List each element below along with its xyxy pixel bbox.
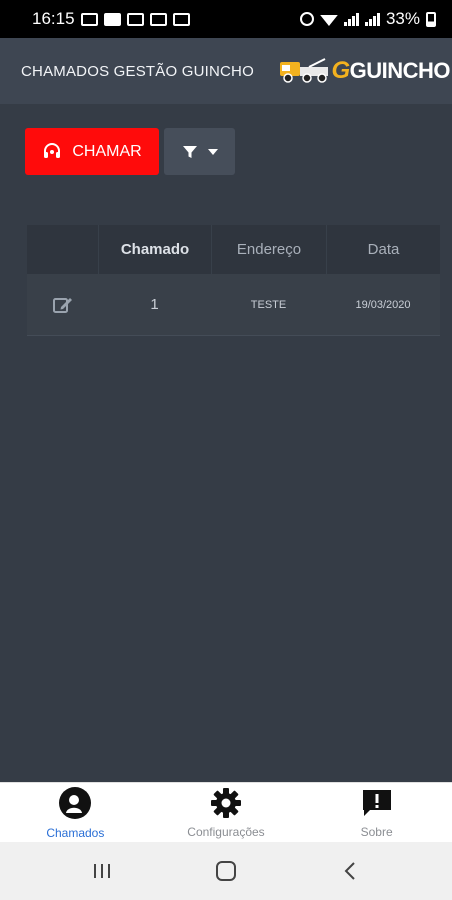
toolbar: CHAMAR [25,128,235,175]
column-header-chamado[interactable]: Chamado [98,225,211,274]
status-left: 16:15 [32,9,190,29]
status-time: 16:15 [32,9,75,28]
cell-chamado: 1 [150,296,159,313]
home-icon [216,861,236,881]
home-button[interactable] [206,851,246,891]
mail-icon [103,12,121,26]
nav-label-chamados: Chamados [46,825,105,840]
column-header-endereco[interactable]: Endereço [211,225,326,274]
data-saver-icon [80,12,98,26]
app-header: CHAMADOS GESTÃO GUINCHO GGUINCHO [0,38,452,104]
recent-apps-icon [94,864,110,878]
filter-button[interactable] [164,128,235,175]
table-header: Chamado Endereço Data [27,225,440,274]
nav-label-sobre: Sobre [360,824,393,839]
info-message-icon [362,789,391,816]
cast-icon [149,12,167,26]
page-title: CHAMADOS GESTÃO GUINCHO [21,62,254,80]
cell-endereco: TESTE [250,298,287,311]
call-button[interactable]: CHAMAR [25,128,159,175]
nav-item-configuracoes[interactable]: Configurações [156,787,296,839]
cell-data: 19/03/2020 [355,298,411,311]
laptop-icon [172,12,190,26]
alarm-icon [299,12,314,26]
nav-item-chamados[interactable]: Chamados [5,786,145,840]
back-button[interactable] [330,851,370,891]
app-logo: GGUINCHO [279,51,452,91]
battery-icon [426,11,436,27]
headset-icon [44,142,61,158]
headset-support-icon [59,786,92,819]
table-row[interactable]: 1 TESTE 19/03/2020 [27,274,440,336]
back-icon [344,862,355,880]
wifi-icon [319,14,338,26]
logo-letter: G [331,57,350,84]
logo-text: GGUINCHO [331,57,450,85]
recent-apps-button[interactable] [82,851,122,891]
edit-cell [27,295,98,315]
bottom-nav: Chamados Configurações Sobre [0,782,452,842]
signal-2-icon [364,12,380,26]
image-icon [126,12,144,26]
signal-icon [343,12,359,26]
logo-word: GUINCHO [349,58,451,83]
status-bar: 16:15 33% [0,0,452,38]
column-header-data[interactable]: Data [326,225,440,274]
caret-down-icon [207,148,218,155]
gear-icon [210,787,241,818]
calls-table: Chamado Endereço Data 1 TESTE 19/03/2020 [27,225,440,336]
status-right: 33% [299,9,436,29]
filter-icon [182,145,197,158]
column-header-actions [27,225,98,274]
edit-icon[interactable] [52,295,74,315]
nav-item-sobre[interactable]: Sobre [307,787,447,839]
call-button-label: CHAMAR [72,142,142,160]
tow-truck-icon [280,58,329,83]
system-nav-bar [0,842,452,900]
battery-percent: 33% [385,9,420,28]
nav-label-configuracoes: Configurações [187,824,265,839]
